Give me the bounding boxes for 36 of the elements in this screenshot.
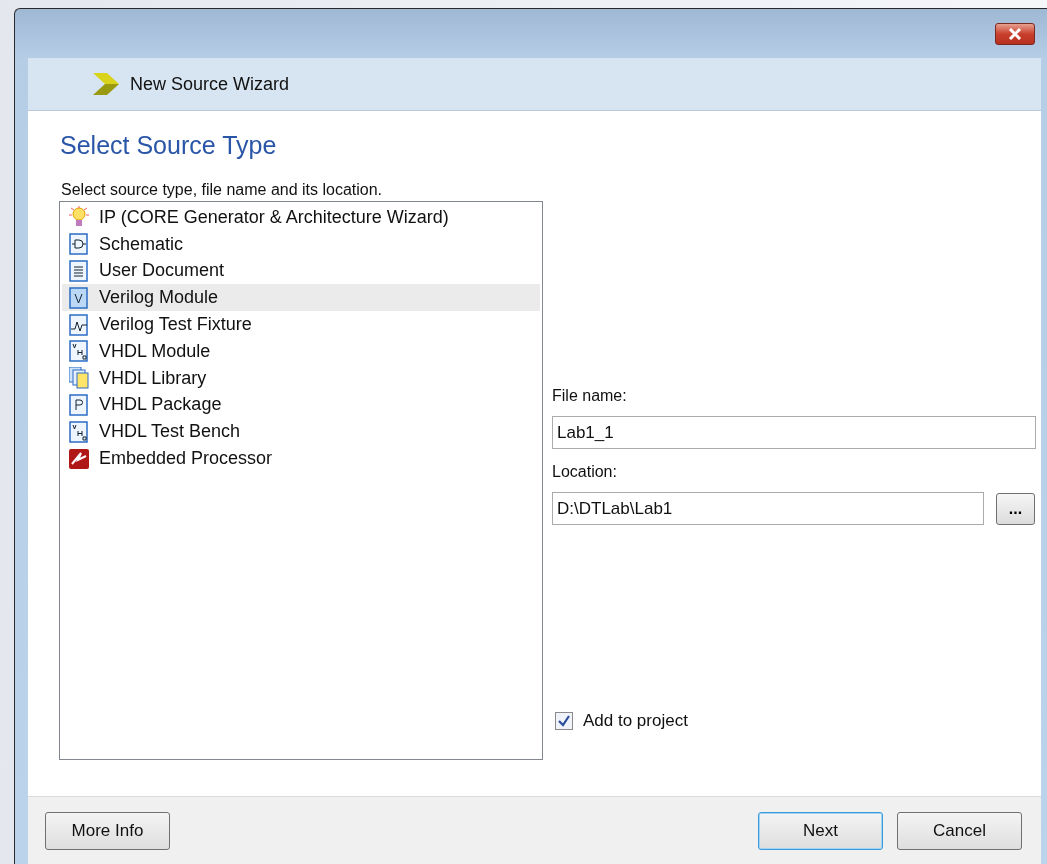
source-type-item[interactable]: Verilog Test Fixture <box>62 311 540 338</box>
file-icon <box>69 340 89 363</box>
source-type-item[interactable]: VHDL Module <box>62 338 540 365</box>
processor-icon <box>69 447 89 470</box>
location-field[interactable]: D:\DTLab\Lab1 <box>552 492 984 525</box>
source-type-item[interactable]: IP (CORE Generator & Architecture Wizard) <box>62 204 540 231</box>
file-icon <box>69 286 89 309</box>
close-button[interactable] <box>995 23 1035 45</box>
checkbox-label: Add to project <box>583 711 688 731</box>
field-label: Location: <box>552 463 618 481</box>
cancel-button[interactable]: Cancel <box>897 811 1022 850</box>
file-icon <box>69 420 89 443</box>
lightbulb-icon <box>69 206 89 229</box>
file-icon <box>69 313 89 336</box>
source-type-item[interactable]: Embedded Processor <box>62 445 540 472</box>
source-type-item[interactable]: VHDL Package <box>62 391 540 419</box>
file-name-field[interactable]: Lab1_1 <box>552 416 1036 449</box>
more-info-button[interactable]: More Info <box>45 811 170 850</box>
checkbox[interactable] <box>555 712 573 730</box>
source-type-item[interactable]: Verilog Module <box>62 284 540 312</box>
source-type-item[interactable]: Schematic <box>62 230 540 258</box>
file-icon <box>69 393 89 416</box>
instruction-text: Select source type, file name and its location. <box>61 181 384 199</box>
browse-button[interactable]: ... <box>996 492 1035 525</box>
source-type-item[interactable]: VHDL Test Bench <box>62 418 540 446</box>
window-title: New Source Wizard <box>130 73 290 95</box>
source-type-item[interactable]: VHDL Library <box>62 364 540 392</box>
files-icon <box>69 367 89 390</box>
file-icon <box>69 260 89 282</box>
next-button[interactable]: Next <box>758 811 883 850</box>
page-heading: Select Source Type <box>60 131 278 160</box>
close-icon <box>1006 28 1024 40</box>
field-label: File name: <box>552 387 628 405</box>
chevron-icon <box>93 73 121 95</box>
source-type-item[interactable]: User Document <box>62 257 540 285</box>
file-icon <box>69 233 89 256</box>
